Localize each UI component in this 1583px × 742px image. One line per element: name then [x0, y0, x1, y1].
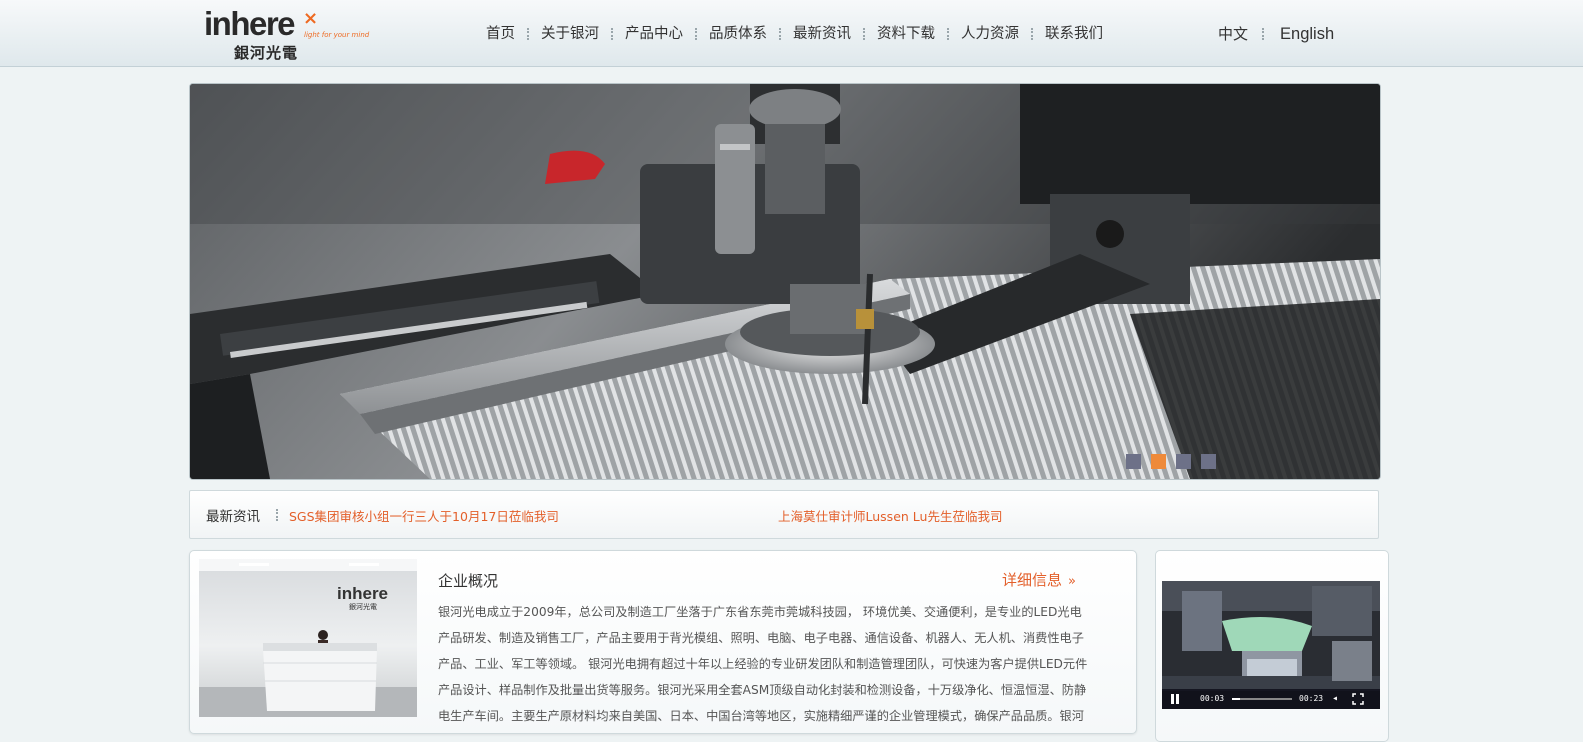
lang-chinese-link[interactable]: 中文 [1204, 22, 1262, 46]
slide-dot[interactable] [1126, 454, 1141, 469]
nav-item-quality[interactable]: 品质体系 [697, 22, 779, 46]
video-progress-bar[interactable] [1232, 698, 1292, 700]
video-player[interactable]: 00:03 00:23 ◂ [1162, 581, 1380, 709]
logo-mark: × [303, 8, 319, 29]
site-logo[interactable]: inhere × light for your mind 銀河光電 [204, 5, 374, 63]
pause-icon[interactable] [1169, 693, 1181, 705]
company-description: 银河光电成立于2009年，总公司及制造工厂坐落于广东省东莞市莞城科技园， 环境优… [438, 605, 1088, 723]
volume-icon[interactable]: ◂ [1332, 693, 1344, 705]
nav-item-contact[interactable]: 联系我们 [1033, 22, 1115, 46]
video-duration: 00:23 [1299, 694, 1324, 703]
news-divider [276, 509, 278, 521]
nav-item-products[interactable]: 产品中心 [613, 22, 695, 46]
news-label: 最新资讯 [206, 509, 260, 525]
slide-dot[interactable] [1176, 454, 1191, 469]
news-link[interactable]: SGS集团审核小组一行三人于10月17日莅临我司 [289, 506, 559, 525]
slide-dot[interactable] [1201, 454, 1216, 469]
photo-logo-text: inhere [337, 584, 388, 603]
logo-wordmark: inhere [204, 5, 296, 42]
lang-english-link[interactable]: English [1264, 22, 1348, 46]
news-link[interactable]: 上海莫仕审计师Lussen Lu先生莅临我司 [778, 506, 1002, 525]
more-info-link[interactable]: 详细信息 » [1002, 569, 1076, 590]
nav-item-about[interactable]: 关于银河 [529, 22, 611, 46]
video-controls: 00:03 00:23 ◂ [1162, 689, 1380, 709]
nav-item-home[interactable]: 首页 [474, 22, 527, 46]
news-ticker: 最新资讯 SGS集团审核小组一行三人于10月17日莅临我司 上海莫仕审计师Lus… [189, 490, 1379, 539]
banner-image [190, 84, 1380, 479]
nav-item-downloads[interactable]: 资料下载 [865, 22, 947, 46]
hero-banner[interactable] [189, 83, 1381, 480]
video-elapsed-time: 00:03 [1200, 694, 1225, 703]
nav-item-hr[interactable]: 人力资源 [949, 22, 1031, 46]
photo-logo-cn: 銀河光電 [349, 602, 377, 611]
slide-indicators [1126, 454, 1216, 469]
language-switcher: 中文 English [1204, 22, 1348, 46]
site-header: inhere × light for your mind 銀河光電 首页 关于银… [0, 0, 1583, 67]
logo-chinese-name: 銀河光電 [234, 44, 299, 62]
double-chevron-right-icon: » [1068, 574, 1076, 589]
nav-item-news[interactable]: 最新资讯 [781, 22, 863, 46]
slide-dot-active[interactable] [1151, 454, 1166, 469]
company-overview-panel: inhere 銀河光電 企业概况 详细信息 » 银河光电成立于2009年，总公司及… [189, 550, 1137, 734]
video-panel: 00:03 00:23 ◂ [1155, 550, 1389, 742]
company-lobby-photo: inhere 銀河光電 [199, 559, 417, 717]
section-title: 企业概况 [438, 572, 499, 590]
logo-tagline: light for your mind [304, 31, 370, 39]
fullscreen-icon[interactable] [1352, 693, 1364, 705]
main-nav: 首页 关于银河 产品中心 品质体系 最新资讯 资料下载 人力资源 联系我们 [474, 22, 1115, 46]
more-info-label: 详细信息 [1002, 571, 1063, 589]
